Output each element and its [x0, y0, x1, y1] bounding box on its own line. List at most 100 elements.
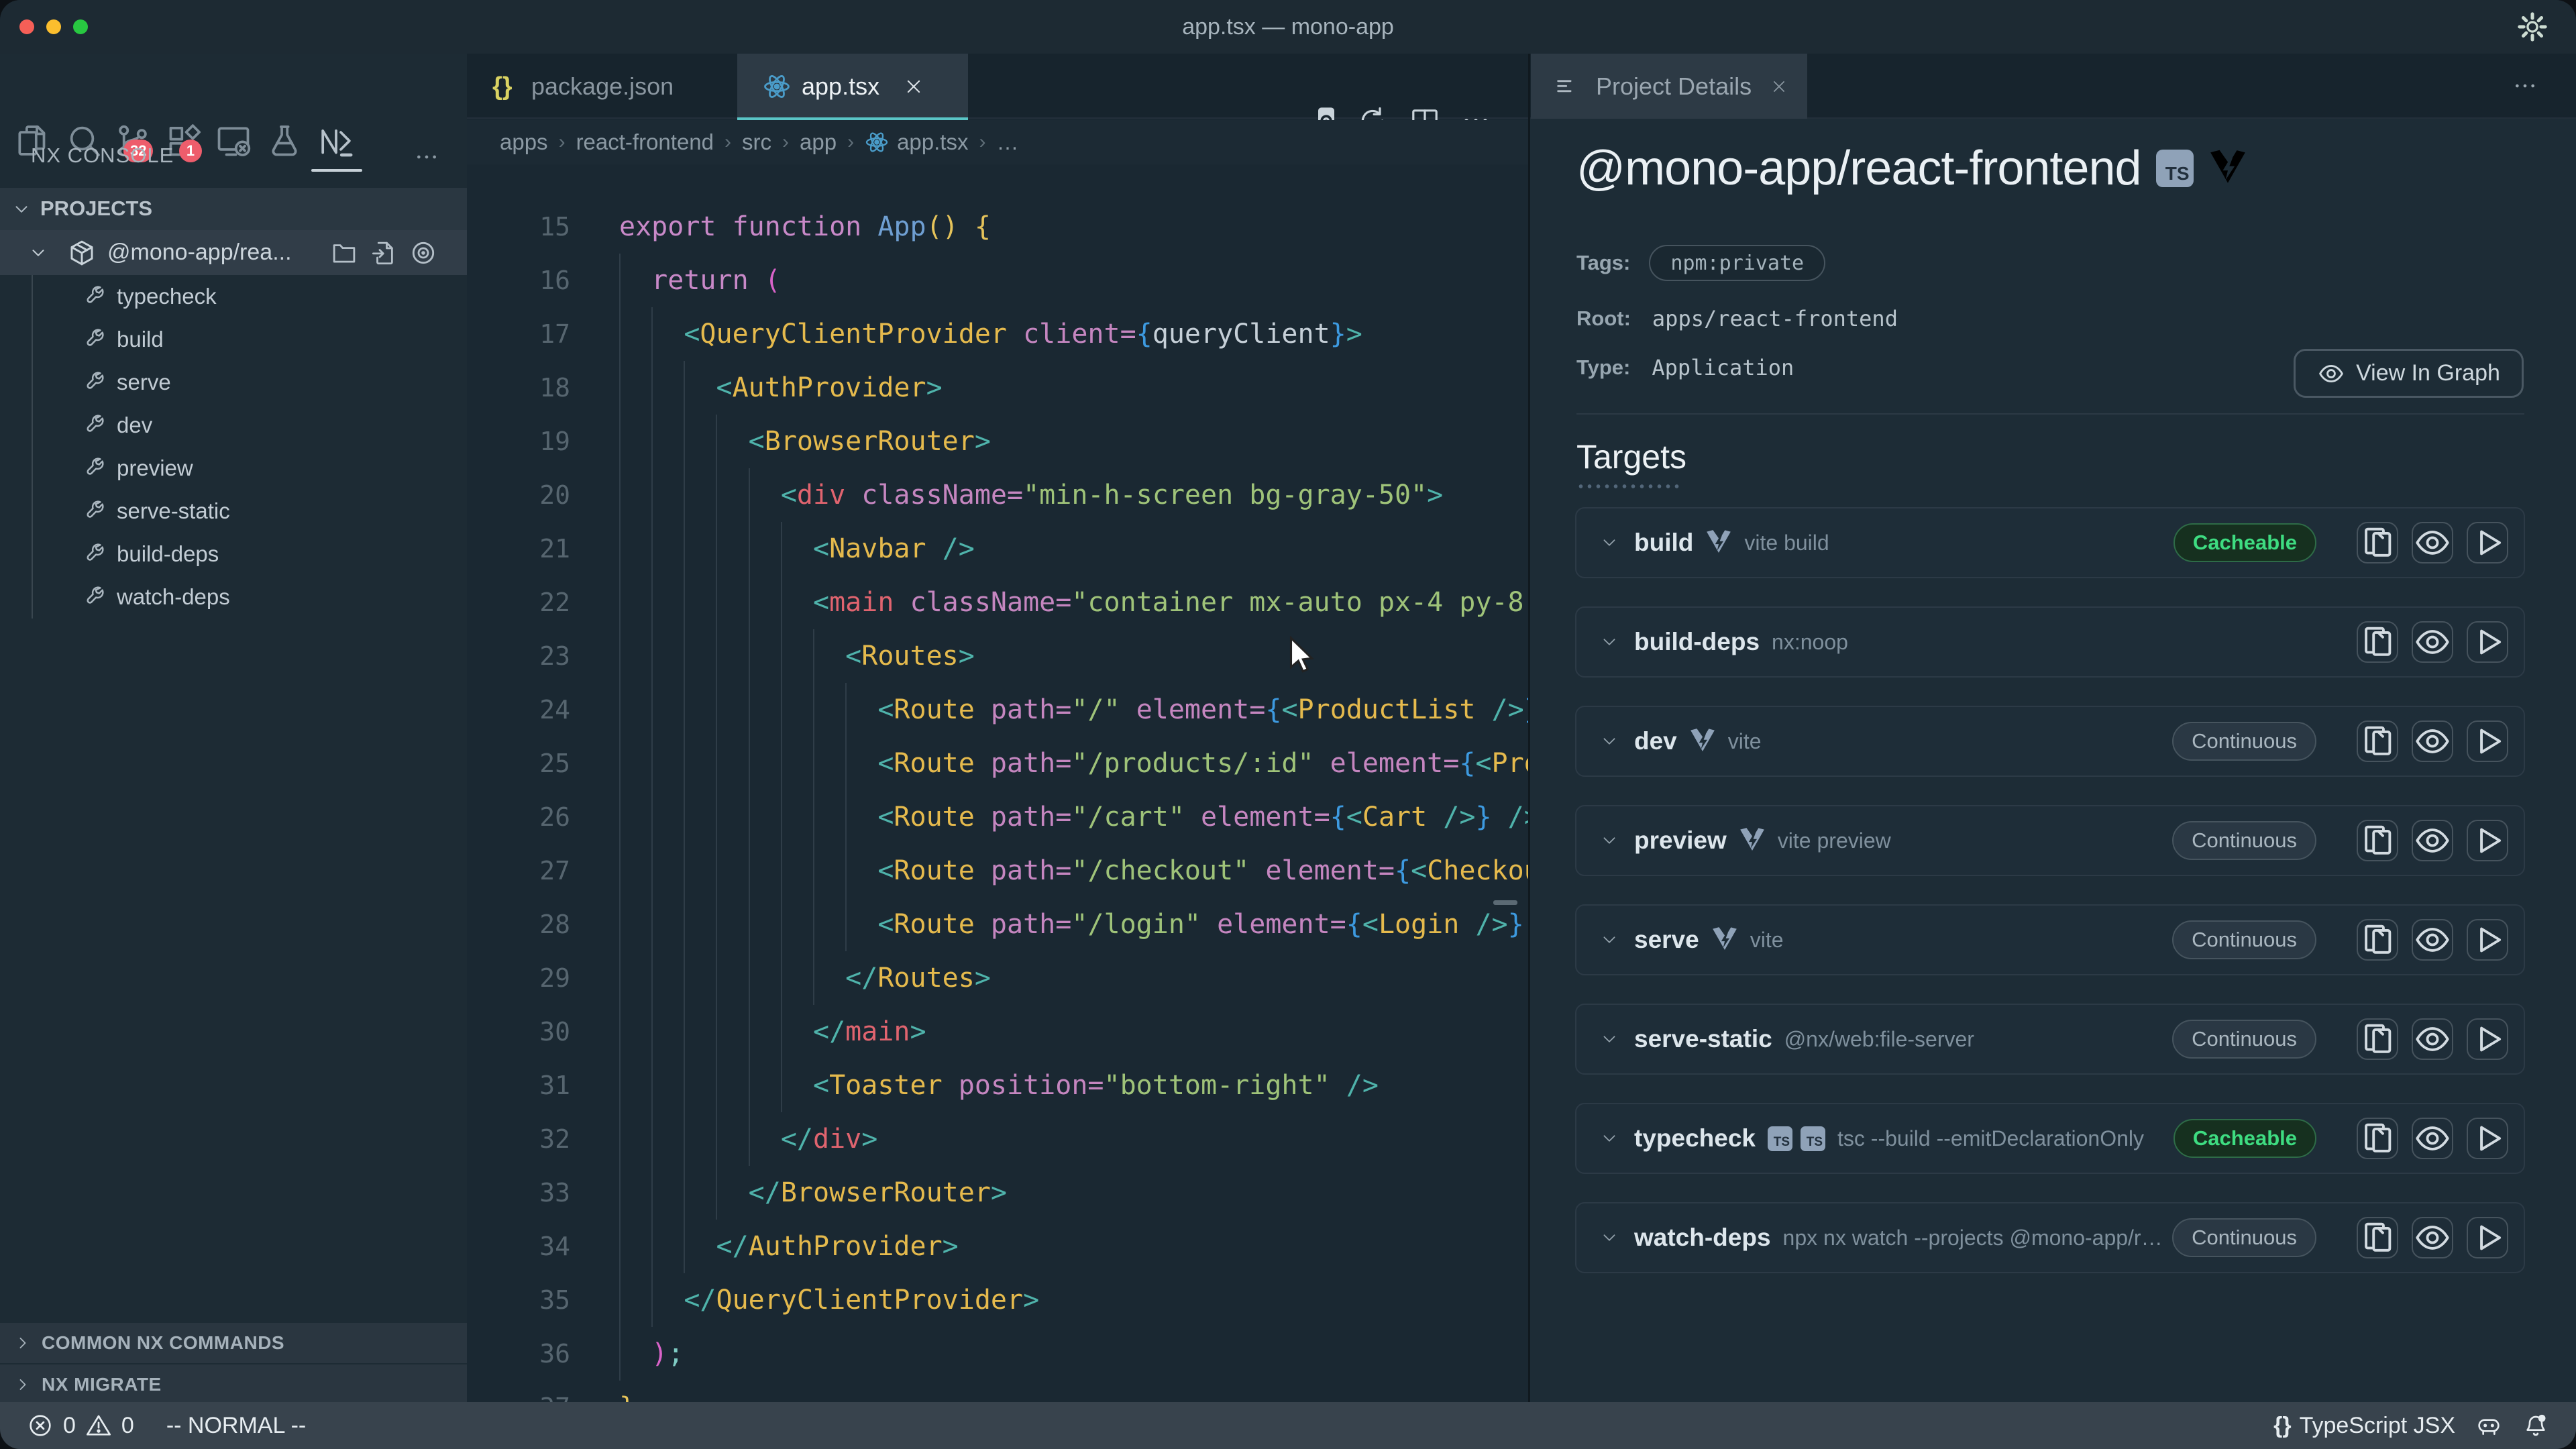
tree-item-serve-static[interactable]: serve-static: [0, 490, 467, 533]
chevron-down-icon[interactable]: [1601, 733, 1618, 750]
sidebar: 321 NX CONSOLE PROJECTS @mono-app/rea...…: [0, 54, 467, 1402]
target-name: preview: [1634, 826, 1727, 855]
breadcrumb-item[interactable]: …: [996, 129, 1018, 155]
run-button[interactable]: [2467, 1118, 2508, 1159]
run-button[interactable]: [2467, 919, 2508, 961]
code-line-32: 32 </div>: [467, 1112, 1528, 1166]
target-card-dev[interactable]: dev vite Continuous: [1575, 706, 2525, 777]
project-row[interactable]: @mono-app/rea...: [0, 230, 467, 275]
scrollbar-thumb[interactable]: [1493, 900, 1517, 905]
copy-button[interactable]: [2357, 820, 2398, 861]
view-button[interactable]: [2412, 1018, 2453, 1060]
tree-item-dev[interactable]: dev: [0, 404, 467, 447]
tree-item-serve[interactable]: serve: [0, 361, 467, 404]
breadcrumb-item[interactable]: app.tsx: [897, 129, 968, 155]
status-left[interactable]: 0 0 -- NORMAL --: [27, 1402, 306, 1449]
chevron-down-icon[interactable]: [1601, 534, 1618, 551]
breadcrumb-item[interactable]: apps: [500, 129, 548, 155]
tree-item-watch-deps[interactable]: watch-deps: [0, 576, 467, 619]
nx-console-icon[interactable]: [317, 122, 355, 160]
test-flask-icon[interactable]: [266, 122, 303, 160]
tab-package.json[interactable]: {} package.json: [467, 54, 737, 119]
copilot-icon[interactable]: [2475, 1412, 2502, 1439]
view-button[interactable]: [2412, 621, 2453, 663]
line-number: 33: [467, 1166, 570, 1220]
list-tree-icon: [1554, 75, 1577, 98]
breadcrumb-item[interactable]: react-frontend: [576, 129, 714, 155]
target-command: vite preview: [1778, 828, 2172, 853]
chevron-down-icon[interactable]: [1601, 1130, 1618, 1147]
tree-item-typecheck[interactable]: typecheck: [0, 275, 467, 318]
chevron-down-icon[interactable]: [1601, 1229, 1618, 1246]
breadcrumb-item[interactable]: src: [742, 129, 771, 155]
target-card-serve-static[interactable]: serve-static @nx/web:file-server Continu…: [1575, 1004, 2525, 1075]
chevron-down-icon[interactable]: [1601, 633, 1618, 651]
language-mode: TypeScript JSX: [2300, 1413, 2455, 1439]
projects-section-header[interactable]: PROJECTS: [0, 188, 467, 230]
target-name: build-deps: [1634, 628, 1760, 656]
target-card-serve[interactable]: serve vite Continuous: [1575, 904, 2525, 975]
target-card-preview[interactable]: preview vite preview Continuous: [1575, 805, 2525, 876]
chevron-down-icon[interactable]: [1601, 931, 1618, 949]
code-editor[interactable]: 15export function App() {16 return (17 <…: [467, 164, 1528, 1402]
warning-count: 0: [121, 1413, 134, 1439]
section-nx-migrate[interactable]: NX MIGRATE: [0, 1364, 467, 1405]
close-icon[interactable]: [904, 76, 924, 97]
run-button[interactable]: [2467, 621, 2508, 663]
target-name: serve: [1634, 926, 1699, 954]
status-bar: 0 0 -- NORMAL -- {} TypeScript JSX: [0, 1402, 2576, 1449]
run-button[interactable]: [2467, 522, 2508, 564]
run-button[interactable]: [2467, 720, 2508, 762]
folder-icon[interactable]: [330, 239, 358, 267]
run-button[interactable]: [2467, 1217, 2508, 1258]
view-button[interactable]: [2412, 720, 2453, 762]
chevron-down-icon[interactable]: [1601, 1030, 1618, 1048]
breadcrumb-separator: ›: [724, 131, 731, 154]
chevron-down-icon[interactable]: [1601, 832, 1618, 849]
view-button[interactable]: [2412, 522, 2453, 564]
view-button[interactable]: [2412, 820, 2453, 861]
remote-window-icon[interactable]: [215, 122, 252, 160]
panel-tab-label: Project Details: [1596, 72, 1752, 101]
run-button[interactable]: [2467, 1018, 2508, 1060]
copy-button[interactable]: [2357, 1217, 2398, 1258]
line-number: 35: [467, 1273, 570, 1327]
target-card-build-deps[interactable]: build-deps nx:noop: [1575, 606, 2525, 678]
bell-icon[interactable]: [2522, 1412, 2549, 1439]
view-in-graph-button[interactable]: View In Graph: [2294, 349, 2524, 398]
view-button[interactable]: [2412, 1217, 2453, 1258]
code-text: </Routes>: [619, 951, 991, 1005]
tree-item-preview[interactable]: preview: [0, 447, 467, 490]
copy-button[interactable]: [2357, 522, 2398, 564]
section-common-nx-commands[interactable]: COMMON NX COMMANDS: [0, 1323, 467, 1363]
tree-item-build[interactable]: build: [0, 318, 467, 361]
tab-app.tsx[interactable]: app.tsx: [737, 54, 968, 119]
code-text: <AuthProvider>: [619, 361, 943, 415]
view-button[interactable]: [2412, 919, 2453, 961]
target-card-typecheck[interactable]: typecheck TSTS tsc --build --emitDeclara…: [1575, 1103, 2525, 1174]
tree-item-build-deps[interactable]: build-deps: [0, 533, 467, 576]
copy-button[interactable]: [2357, 919, 2398, 961]
panel-more-actions-icon[interactable]: [2506, 72, 2544, 99]
open-file-icon[interactable]: [370, 239, 398, 267]
breadcrumb-item[interactable]: app: [800, 129, 837, 155]
bullseye-icon[interactable]: [409, 239, 437, 267]
continuous-badge: Continuous: [2172, 821, 2316, 860]
copy-button[interactable]: [2357, 1018, 2398, 1060]
target-card-watch-deps[interactable]: watch-deps npx nx watch --projects @mono…: [1575, 1202, 2525, 1273]
target-card-build[interactable]: build vite build Cacheable: [1575, 507, 2525, 578]
code-line-23: 23 <Routes>: [467, 629, 1528, 683]
copy-button[interactable]: [2357, 1118, 2398, 1159]
breadcrumb-separator: ›: [559, 131, 566, 154]
line-number: 30: [467, 1005, 570, 1059]
close-icon[interactable]: [1770, 78, 1788, 95]
view-button[interactable]: [2412, 1118, 2453, 1159]
sidebar-more-actions-icon[interactable]: [408, 144, 445, 170]
status-right[interactable]: {} TypeScript JSX: [2273, 1402, 2549, 1449]
run-button[interactable]: [2467, 820, 2508, 861]
copy-button[interactable]: [2357, 621, 2398, 663]
tab-project-details[interactable]: Project Details: [1531, 54, 1807, 119]
settings-gear-icon[interactable]: [2516, 10, 2549, 44]
target-command: vite: [1750, 928, 2172, 953]
copy-button[interactable]: [2357, 720, 2398, 762]
